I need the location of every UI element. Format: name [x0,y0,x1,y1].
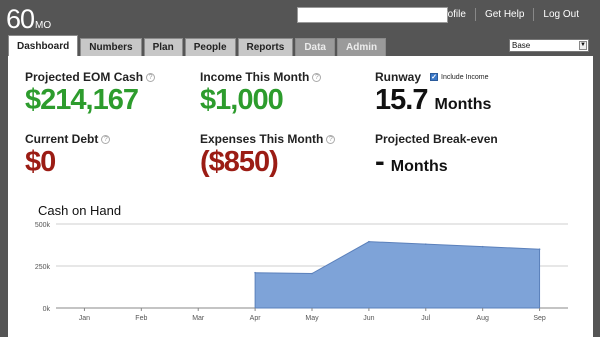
x-tick-label: Sep [533,315,546,322]
y-tick-label: 500k [35,222,51,229]
top-nav-links: Your Profile Get Help Log Out [406,8,588,21]
help-icon[interactable]: ? [146,72,156,82]
tab-numbers[interactable]: Numbers [80,38,142,56]
logo-number: 60 [6,4,35,34]
metric-eom-cash: Projected EOM Cash? $214,167 [25,70,156,116]
runway-value: 15.7 [375,84,428,116]
breakeven-value: - [375,146,385,178]
help-icon[interactable]: ? [326,134,336,144]
runway-label: Runway [375,70,422,84]
dashboard-panel: Projected EOM Cash? $214,167 Income This… [8,56,593,337]
debt-label: Current Debt [25,132,99,146]
include-income-label[interactable]: Include Income [441,74,488,81]
your-profile-link[interactable]: Your Profile [406,8,475,21]
x-tick-label: Jun [363,315,374,322]
y-tick-label: 250k [35,264,51,271]
tab-plan[interactable]: Plan [143,38,183,56]
get-help-link[interactable]: Get Help [474,8,533,21]
data-point[interactable] [254,271,256,274]
expenses-label: Expenses This Month [200,132,324,146]
data-point[interactable] [538,248,541,250]
x-tick-label: Mar [192,315,205,322]
eom-cash-label: Projected EOM Cash [25,70,144,84]
help-icon[interactable]: ? [312,72,322,82]
runway-units: Months [434,96,492,113]
data-point[interactable] [424,243,427,245]
metric-income: Income This Month? $1,000 [200,70,322,116]
debt-value: $0 [25,146,56,178]
x-tick-label: May [305,315,319,322]
metric-breakeven: Projected Break-even - Months [375,132,498,183]
eom-cash-value: $214,167 [25,84,139,116]
metric-runway: Runway ✓ Include Income 15.7 Months [375,70,491,121]
y-tick-label: 0k [43,306,51,313]
data-point[interactable] [311,272,313,275]
cash-area-series [254,241,541,309]
tab-admin: Admin [337,38,387,56]
checkbox-icon[interactable]: ✓ [430,73,439,81]
expenses-value: ($850) [200,146,279,178]
tab-data: Data [295,38,335,56]
breakeven-units: Months [390,158,448,175]
chevron-down-icon: ▼ [579,41,587,50]
data-point[interactable] [481,245,484,248]
x-tick-label: Feb [135,315,147,322]
x-tick-label: Apr [250,315,262,322]
main-tabs: Dashboard Numbers Plan People Reports Da… [8,35,387,56]
income-label: Income This Month [200,70,310,84]
logo-suffix: MO [35,20,52,31]
cash-on-hand-chart: 0k 250k 500k Jan Feb Mar Apr May Jun Jul Aug Sep [35,222,568,322]
x-tick-label: Jan [79,315,90,322]
help-icon[interactable]: ? [101,134,111,144]
data-point[interactable] [368,240,370,243]
metric-expenses: Expenses This Month? ($850) [200,132,336,178]
x-tick-label: Aug [476,315,489,322]
log-out-link[interactable]: Log Out [533,8,588,21]
tab-dashboard[interactable]: Dashboard [8,35,79,56]
x-tick-label: Jul [421,315,430,322]
scenario-select[interactable]: Base ▼ [509,39,589,52]
tab-people[interactable]: People [184,38,236,56]
breakeven-label: Projected Break-even [375,132,498,146]
tab-reports[interactable]: Reports [237,38,294,56]
income-value: $1,000 [200,84,284,116]
scenario-select-value: Base [512,41,531,50]
metric-debt: Current Debt? $0 [25,132,111,178]
